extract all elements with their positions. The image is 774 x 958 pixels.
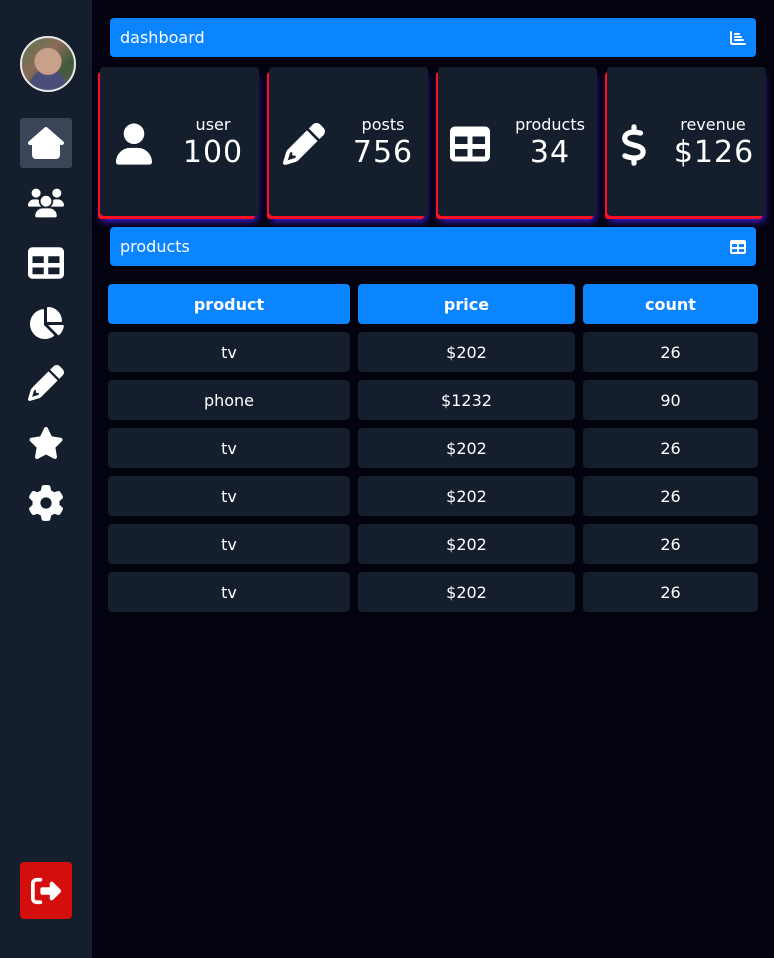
table-icon[interactable]: [730, 239, 746, 255]
table-cell-count: 26: [583, 476, 758, 516]
bar-chart-icon[interactable]: [730, 30, 746, 46]
page-title: dashboard: [120, 28, 205, 47]
stat-card-user: user 100: [100, 67, 259, 216]
sidebar-item-users[interactable]: [20, 178, 72, 228]
dashboard-header: dashboard: [110, 18, 756, 57]
stat-value: 756: [352, 135, 414, 170]
table-cell-count: 90: [583, 380, 758, 420]
table-icon: [28, 247, 64, 279]
table-cell-price: $202: [358, 428, 575, 468]
table-cell-count: 26: [583, 572, 758, 612]
stat-card-products: products 34: [438, 67, 597, 216]
home-icon: [28, 127, 64, 160]
pie-chart-icon: [30, 307, 64, 339]
stat-card-revenue: revenue $126: [607, 67, 766, 216]
sidebar-item-settings[interactable]: [20, 478, 72, 528]
table-cell-price: $202: [358, 572, 575, 612]
table-cell-product: tv: [108, 524, 350, 564]
stat-label: posts: [361, 115, 405, 134]
table-cell-product: tv: [108, 332, 350, 372]
stat-label: products: [515, 115, 585, 134]
column-header-price[interactable]: price: [358, 284, 575, 324]
sidebar-item-chart[interactable]: [20, 298, 72, 348]
stat-value: $126: [673, 135, 755, 170]
products-header: products: [110, 227, 756, 266]
sidebar-item-table[interactable]: [20, 238, 72, 288]
table-cell-product: phone: [108, 380, 350, 420]
sidebar-item-home[interactable]: [20, 118, 72, 168]
stat-value: 100: [182, 135, 244, 170]
stat-value: 34: [529, 135, 571, 170]
user-icon: [116, 123, 152, 169]
table-cell-count: 26: [583, 428, 758, 468]
dollar-icon: [621, 123, 647, 171]
table-cell-price: $202: [358, 524, 575, 564]
table-cell-count: 26: [583, 524, 758, 564]
pencil-icon: [283, 122, 325, 169]
stat-card-posts: posts 756: [269, 67, 428, 216]
logout-button[interactable]: [20, 862, 72, 919]
sidebar-item-edit[interactable]: [20, 358, 72, 408]
sidebar: [0, 0, 92, 958]
avatar[interactable]: [20, 36, 76, 92]
table-cell-product: tv: [108, 428, 350, 468]
column-header-product[interactable]: product: [108, 284, 350, 324]
section-title: products: [120, 237, 190, 256]
table-cell-price: $1232: [358, 380, 575, 420]
pencil-icon: [28, 365, 64, 401]
sign-out-icon: [31, 877, 61, 904]
gear-icon: [29, 485, 63, 521]
table-cell-product: tv: [108, 476, 350, 516]
star-icon: [29, 427, 63, 460]
table-cell-count: 26: [583, 332, 758, 372]
table-icon: [450, 123, 490, 169]
table-cell-product: tv: [108, 572, 350, 612]
stat-label: revenue: [680, 115, 746, 134]
sidebar-item-favorites[interactable]: [20, 418, 72, 468]
stat-label: user: [195, 115, 231, 134]
table-cell-price: $202: [358, 332, 575, 372]
table-cell-price: $202: [358, 476, 575, 516]
users-icon: [28, 188, 64, 218]
column-header-count[interactable]: count: [583, 284, 758, 324]
